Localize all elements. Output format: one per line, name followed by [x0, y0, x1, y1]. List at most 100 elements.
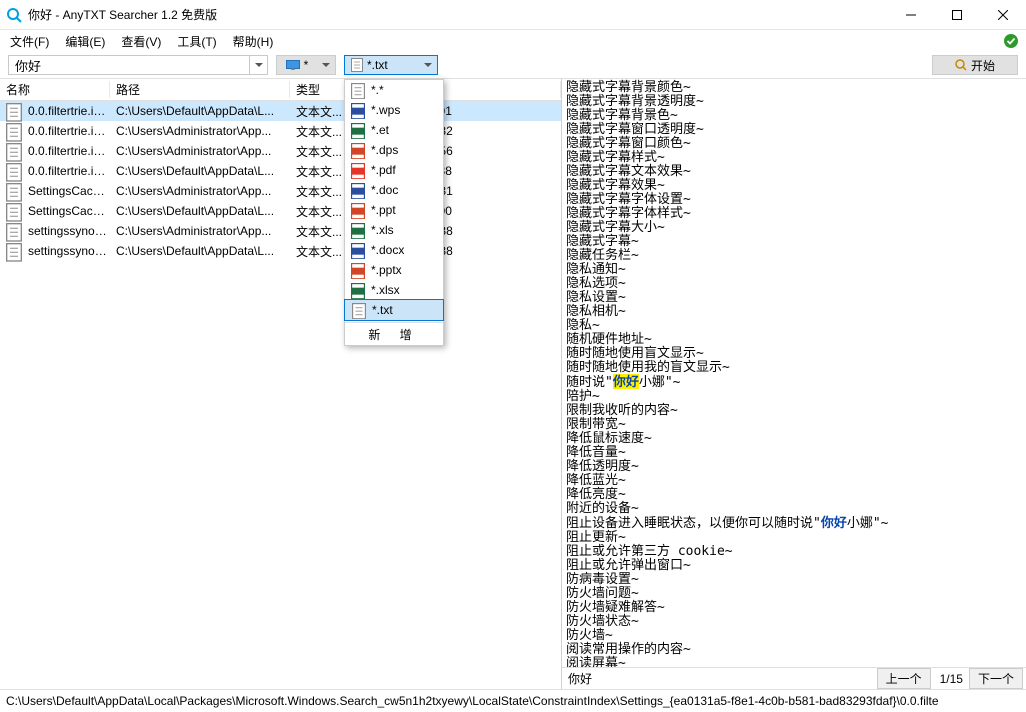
result-name: 0.0.filtertrie.in... [24, 164, 112, 178]
chevron-down-icon [419, 56, 437, 74]
pdf-icon [351, 163, 365, 177]
search-input[interactable] [9, 56, 249, 74]
result-row[interactable]: 0.0.filtertrie.in... C:\Users\Default\Ap… [0, 161, 561, 181]
filetype-option[interactable]: *.xlsx [345, 280, 443, 300]
filetype-add-new[interactable]: 新 增 [345, 325, 443, 345]
result-name: settingssynon... [24, 244, 112, 258]
prev-match-button[interactable]: 上一个 [877, 668, 931, 689]
content-area: 名称 路径 类型 修改日期 0.0.filtertrie.in... C:\Us… [0, 78, 1026, 690]
app-icon [6, 7, 22, 23]
preview-search-input[interactable] [562, 672, 877, 686]
maximize-button[interactable] [934, 0, 980, 30]
start-button-label: 开始 [971, 57, 995, 74]
menubar: 文件(F) 编辑(E) 查看(V) 工具(T) 帮助(H) [0, 30, 1026, 52]
result-path: C:\Users\Administrator\App... [112, 124, 292, 138]
menu-edit[interactable]: 编辑(E) [57, 31, 113, 52]
filetype-option[interactable]: *.dps [345, 140, 443, 160]
filetype-option[interactable]: *.* [345, 80, 443, 100]
minimize-button[interactable] [888, 0, 934, 30]
filetype-option[interactable]: *.docx [345, 240, 443, 260]
result-path: C:\Users\Administrator\App... [112, 144, 292, 158]
filetype-option[interactable]: *.et [345, 120, 443, 140]
filetype-option-label: *.txt [372, 303, 393, 317]
window-controls [888, 0, 1026, 30]
result-row[interactable]: 0.0.filtertrie.in... C:\Users\Default\Ap… [0, 101, 561, 121]
filetype-option-label: *.* [371, 83, 384, 97]
chevron-down-icon [317, 56, 335, 74]
result-name: 0.0.filtertrie.in... [24, 104, 112, 118]
result-path: C:\Users\Administrator\App... [112, 224, 292, 238]
monitor-icon [286, 60, 300, 70]
filetype-option-label: *.doc [371, 183, 398, 197]
result-row[interactable]: SettingsCache... C:\Users\Administrator\… [0, 181, 561, 201]
menu-view[interactable]: 查看(V) [113, 31, 169, 52]
results-pane: 名称 路径 类型 修改日期 0.0.filtertrie.in... C:\Us… [0, 79, 562, 689]
result-type: 文本文... [292, 203, 352, 220]
filetype-option-label: *.pdf [371, 163, 396, 177]
filetype-option[interactable]: *.pptx [345, 260, 443, 280]
result-name: SettingsCache... [24, 204, 112, 218]
result-name: 0.0.filtertrie.in... [24, 144, 112, 158]
filetype-option-label: *.dps [371, 143, 398, 157]
txt-icon [6, 203, 22, 219]
txt-icon [6, 163, 22, 179]
result-name: 0.0.filtertrie.in... [24, 124, 112, 138]
filetype-option[interactable]: *.ppt [345, 200, 443, 220]
column-header-type[interactable]: 类型 [290, 81, 350, 98]
preview-text[interactable]: 隐藏式字幕背景颜色~ 隐藏式字幕背景透明度~ 隐藏式字幕背景色~ 隐藏式字幕窗口… [562, 79, 1026, 667]
result-name: settingssynon... [24, 224, 112, 238]
filetype-option-label: *.pptx [371, 263, 402, 277]
result-name: SettingsCache... [24, 184, 112, 198]
txt-icon [6, 123, 22, 139]
next-match-button[interactable]: 下一个 [969, 668, 1023, 689]
result-row[interactable]: 0.0.filtertrie.in... C:\Users\Administra… [0, 121, 561, 141]
result-type: 文本文... [292, 243, 352, 260]
filetype-option[interactable]: *.doc [345, 180, 443, 200]
device-filter-combo[interactable]: * [276, 55, 336, 75]
filetype-option-label: *.xls [371, 223, 394, 237]
filetype-option[interactable]: *.xls [345, 220, 443, 240]
filetype-option-label: *.wps [371, 103, 400, 117]
all-icon [351, 83, 365, 97]
statusbar: C:\Users\Default\AppData\Local\Packages\… [0, 690, 1026, 712]
txt-icon [6, 243, 22, 259]
doc-icon [351, 183, 365, 197]
menu-help[interactable]: 帮助(H) [225, 31, 282, 52]
result-type: 文本文... [292, 143, 352, 160]
et-icon [351, 123, 365, 137]
result-path: C:\Users\Administrator\App... [112, 184, 292, 198]
start-search-button[interactable]: 开始 [932, 55, 1018, 75]
search-history-dropdown[interactable] [249, 56, 267, 74]
result-type: 文本文... [292, 223, 352, 240]
result-row[interactable]: settingssynon... C:\Users\Default\AppDat… [0, 241, 561, 261]
filetype-option-label: *.et [371, 123, 389, 137]
search-input-container [8, 55, 268, 75]
statusbar-path: C:\Users\Default\AppData\Local\Packages\… [6, 694, 939, 708]
pptx-icon [351, 263, 365, 277]
ppt-icon [351, 203, 365, 217]
txt-icon [352, 303, 366, 317]
preview-pane: 隐藏式字幕背景颜色~ 隐藏式字幕背景透明度~ 隐藏式字幕背景色~ 隐藏式字幕窗口… [562, 79, 1026, 689]
menu-file[interactable]: 文件(F) [2, 31, 57, 52]
xlsx-icon [351, 283, 365, 297]
filetype-filter-label: *.txt [367, 58, 388, 72]
column-header-path[interactable]: 路径 [110, 81, 290, 98]
results-header: 名称 路径 类型 修改日期 [0, 79, 561, 101]
close-button[interactable] [980, 0, 1026, 30]
filetype-option[interactable]: *.txt [344, 299, 444, 321]
docx-icon [351, 243, 365, 257]
column-header-name[interactable]: 名称 [0, 81, 110, 98]
result-row[interactable]: SettingsCache... C:\Users\Default\AppDat… [0, 201, 561, 221]
result-row[interactable]: settingssynon... C:\Users\Administrator\… [0, 221, 561, 241]
search-icon [955, 59, 967, 71]
result-row[interactable]: 0.0.filtertrie.in... C:\Users\Administra… [0, 141, 561, 161]
toolbar: * *.txt 开始 [0, 52, 1026, 78]
filetype-option-label: *.xlsx [371, 283, 400, 297]
window-title: 你好 - AnyTXT Searcher 1.2 免费版 [28, 6, 888, 23]
menu-tools[interactable]: 工具(T) [169, 31, 224, 52]
filetype-dropdown[interactable]: *.* *.wps *.et *.dps *.pdf *.doc *.ppt *.xls *.d… [344, 79, 444, 346]
filetype-filter-combo[interactable]: *.txt [344, 55, 438, 75]
result-path: C:\Users\Default\AppData\L... [112, 204, 292, 218]
filetype-option[interactable]: *.pdf [345, 160, 443, 180]
filetype-option[interactable]: *.wps [345, 100, 443, 120]
